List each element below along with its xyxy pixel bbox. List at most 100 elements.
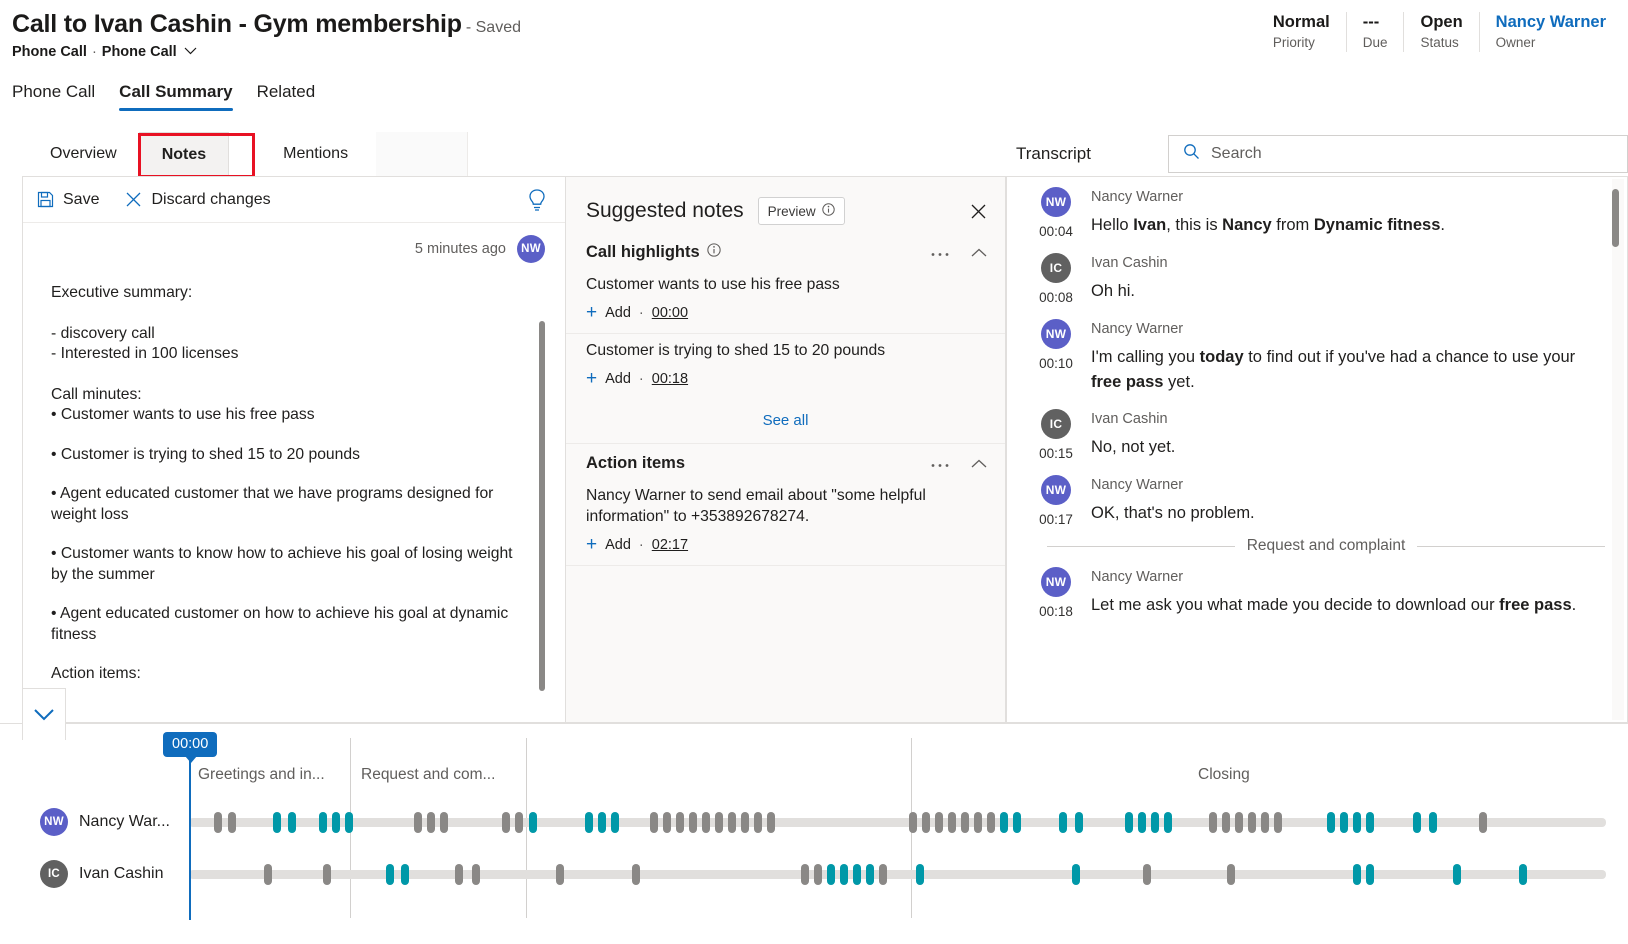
timeline-marker[interactable] — [1235, 812, 1243, 833]
more-options-icon[interactable] — [931, 455, 949, 473]
timeline-segment-label[interactable]: Request and com... — [361, 766, 495, 784]
tab-related[interactable]: Related — [245, 78, 328, 111]
info-icon[interactable] — [707, 243, 721, 262]
transcript-timestamp[interactable]: 00:17 — [1039, 512, 1073, 527]
search-input[interactable]: Search — [1168, 135, 1628, 173]
transcript-entry[interactable]: NW00:10Nancy WarnerI'm calling you today… — [1007, 309, 1627, 399]
timeline-marker[interactable] — [689, 812, 697, 833]
timeline-marker[interactable] — [1125, 812, 1133, 833]
timeline-marker[interactable] — [754, 812, 762, 833]
timeline-marker[interactable] — [1453, 864, 1461, 885]
timeline-marker[interactable] — [214, 812, 222, 833]
tab-call-summary[interactable]: Call Summary — [107, 78, 244, 111]
timeline-marker[interactable] — [440, 812, 448, 833]
timeline-marker[interactable] — [1138, 812, 1146, 833]
discard-changes-button[interactable]: Discard changes — [125, 191, 270, 209]
see-all-link[interactable]: See all — [566, 399, 1005, 444]
transcript-timestamp[interactable]: 00:04 — [1039, 224, 1073, 239]
meta-priority[interactable]: Normal Priority — [1257, 12, 1347, 52]
chevron-up-icon[interactable] — [971, 244, 987, 262]
timeline-marker[interactable] — [1143, 864, 1151, 885]
preview-badge[interactable]: Preview — [758, 197, 845, 225]
timeline-marker[interactable] — [916, 864, 924, 885]
subtab-mentions[interactable]: Mentions — [261, 132, 370, 176]
owner-value[interactable]: Nancy Warner — [1496, 12, 1606, 33]
breadcrumb-form[interactable]: Phone Call — [102, 44, 177, 60]
meta-owner[interactable]: Nancy Warner Owner — [1480, 12, 1618, 52]
transcript-entry[interactable]: NW00:18Nancy WarnerLet me ask you what m… — [1007, 557, 1627, 623]
timeline-marker[interactable] — [728, 812, 736, 833]
timeline-marker[interactable] — [909, 812, 917, 833]
timeline-marker[interactable] — [663, 812, 671, 833]
transcript-timestamp[interactable]: 00:18 — [1039, 604, 1073, 619]
playhead[interactable] — [189, 750, 191, 920]
timeline-marker[interactable] — [1059, 812, 1067, 833]
timeline-marker[interactable] — [1075, 812, 1083, 833]
timeline-marker[interactable] — [1274, 812, 1282, 833]
timeline-marker[interactable] — [1261, 812, 1269, 833]
timeline-marker[interactable] — [1353, 864, 1361, 885]
timeline-marker[interactable] — [702, 812, 710, 833]
timeline-marker[interactable] — [1227, 864, 1235, 885]
timeline-marker[interactable] — [529, 812, 537, 833]
notes-content[interactable]: Executive summary: - discovery call - In… — [23, 269, 565, 722]
timeline-marker[interactable] — [1413, 812, 1421, 833]
timeline-marker[interactable] — [1248, 812, 1256, 833]
transcript-timestamp[interactable]: 00:15 — [1039, 446, 1073, 461]
timeline-marker[interactable] — [715, 812, 723, 833]
timeline-marker[interactable] — [676, 812, 684, 833]
timeline-marker[interactable] — [1479, 812, 1487, 833]
timeline-marker[interactable] — [961, 812, 969, 833]
timeline-marker[interactable] — [345, 812, 353, 833]
timeline-marker[interactable] — [264, 864, 272, 885]
timeline-marker[interactable] — [1000, 812, 1008, 833]
meta-status[interactable]: Open Status — [1404, 12, 1479, 52]
lightbulb-icon[interactable] — [527, 188, 547, 217]
timestamp-link[interactable]: 00:18 — [652, 371, 688, 387]
timeline-marker[interactable] — [1519, 864, 1527, 885]
timeline-marker[interactable] — [853, 864, 861, 885]
timeline-marker[interactable] — [556, 864, 564, 885]
timeline-marker[interactable] — [1164, 812, 1172, 833]
timeline-marker[interactable] — [502, 812, 510, 833]
timeline-marker[interactable] — [427, 812, 435, 833]
timeline-marker[interactable] — [319, 812, 327, 833]
timeline-marker[interactable] — [1366, 864, 1374, 885]
timeline-marker[interactable] — [801, 864, 809, 885]
timeline-marker[interactable] — [741, 812, 749, 833]
timestamp-link[interactable]: 00:00 — [652, 305, 688, 321]
timeline-marker[interactable] — [611, 812, 619, 833]
timeline-marker[interactable] — [948, 812, 956, 833]
meta-due[interactable]: --- Due — [1347, 12, 1405, 52]
timeline-marker[interactable] — [585, 812, 593, 833]
timeline-marker[interactable] — [515, 812, 523, 833]
timeline-marker[interactable] — [632, 864, 640, 885]
subtab-notes[interactable]: Notes — [139, 132, 229, 176]
timeline-marker[interactable] — [767, 812, 775, 833]
timeline-marker[interactable] — [455, 864, 463, 885]
add-icon[interactable]: + — [586, 372, 597, 386]
chevron-down-icon[interactable] — [184, 43, 197, 59]
timeline-segment-label[interactable]: Greetings and in... — [198, 766, 325, 784]
transcript-entry[interactable]: IC00:15Ivan CashinNo, not yet. — [1007, 399, 1627, 465]
timeline-marker[interactable] — [922, 812, 930, 833]
chevron-up-icon[interactable] — [971, 455, 987, 473]
timeline-marker[interactable] — [1222, 812, 1230, 833]
timeline-marker[interactable] — [472, 864, 480, 885]
subtab-overview[interactable]: Overview — [28, 132, 139, 176]
timeline-marker[interactable] — [650, 812, 658, 833]
add-icon[interactable]: + — [586, 538, 597, 552]
transcript-entry[interactable]: NW00:04Nancy WarnerHello Ivan, this is N… — [1007, 177, 1627, 243]
add-label[interactable]: Add — [605, 537, 631, 553]
timeline-track[interactable] — [189, 818, 1606, 827]
timeline-marker[interactable] — [814, 864, 822, 885]
transcript-entry[interactable]: IC00:08Ivan CashinOh hi. — [1007, 243, 1627, 309]
more-options-icon[interactable] — [931, 244, 949, 262]
add-icon[interactable]: + — [586, 306, 597, 320]
transcript-timestamp[interactable]: 00:08 — [1039, 290, 1073, 305]
notes-scrollbar[interactable] — [539, 321, 545, 691]
timeline-marker[interactable] — [323, 864, 331, 885]
timeline-marker[interactable] — [1353, 812, 1361, 833]
add-label[interactable]: Add — [605, 371, 631, 387]
timeline-marker[interactable] — [1340, 812, 1348, 833]
